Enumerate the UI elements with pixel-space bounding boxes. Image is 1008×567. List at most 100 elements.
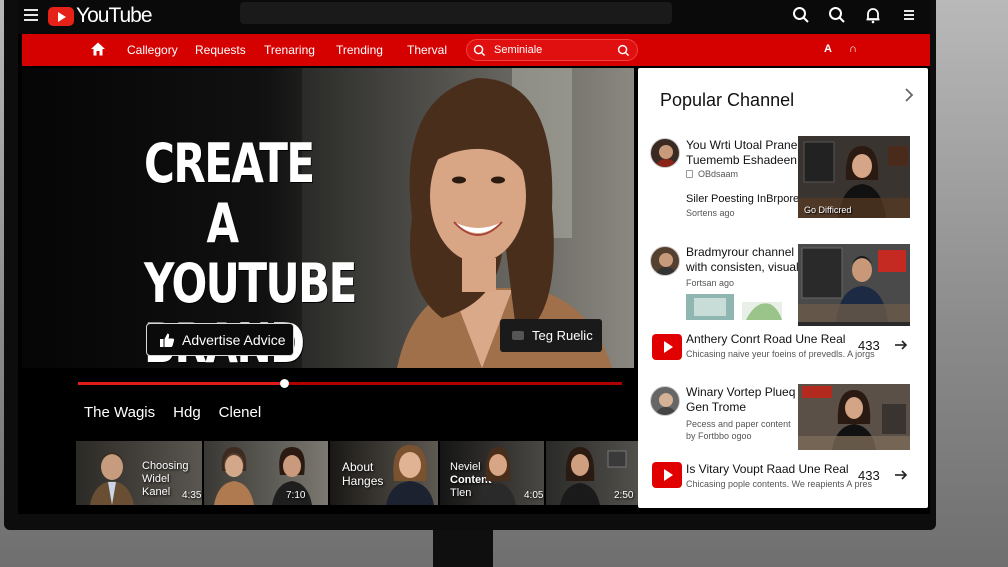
arrow-right-icon[interactable] xyxy=(894,339,908,351)
thumbnail-title-line: Choosing xyxy=(142,460,189,472)
video-scrubber-handle[interactable] xyxy=(280,379,290,388)
hero-title-line: YOUTUBE xyxy=(144,252,357,315)
channel-item-description: Pecess and paper content by Fortbbo ogoo xyxy=(686,418,791,442)
channel-item-title-line: Tuememb Eshadeen xyxy=(686,153,797,167)
advertise-advice-label: Advertise Advice xyxy=(182,331,286,348)
thumbnail-caption: Go Difficred xyxy=(804,205,852,215)
hero-badge-label: Teg Ruelic xyxy=(532,328,593,343)
thumbnail-person-image xyxy=(90,453,134,505)
screen: YouTube Callegory Requests Trenaring Tre… xyxy=(18,0,930,514)
hero-title-line: CREATE A xyxy=(144,132,315,255)
menu-icon[interactable] xyxy=(24,9,38,21)
youtube-play-icon xyxy=(652,334,682,360)
search-icon[interactable] xyxy=(792,6,810,24)
channel-item-thumbnail[interactable] xyxy=(798,384,910,450)
channel-preview-image xyxy=(686,294,782,320)
channel-item-title-line: Winary Vortep Plueq xyxy=(686,385,796,399)
channel-item-time: Sortens ago xyxy=(686,208,735,218)
video-progress-fill xyxy=(78,382,285,385)
thumbnail-duration: 7:10 xyxy=(286,490,306,501)
video-thumbnail[interactable]: Choosing Widel Kanel 4:35 xyxy=(76,441,202,505)
caption-icon xyxy=(512,331,524,340)
top-search-input[interactable] xyxy=(240,2,672,24)
avatar xyxy=(650,138,680,168)
youtube-play-icon xyxy=(652,462,682,488)
video-thumbnail[interactable]: Neviel Content Tlen 4:05 xyxy=(440,441,544,505)
thumbnail-title-line: Hanges xyxy=(342,474,384,488)
nav-item-requests[interactable]: Requests xyxy=(195,43,246,57)
channel-row-title: Anthery Conrt Road Une Real xyxy=(686,332,846,346)
channel-item-thumbnail[interactable]: Go Difficred xyxy=(798,136,910,218)
channel-item-thumbnail[interactable] xyxy=(798,244,910,326)
nav-right-a[interactable]: A xyxy=(824,43,832,55)
thumbnail-people-image xyxy=(214,447,312,505)
thumbnail-title: About Hanges xyxy=(342,460,383,488)
channel-row-description: Chicasing naive yeur foeins of prevedls.… xyxy=(686,349,875,359)
channel-item-description-line: by Fortbbo ogoo xyxy=(686,431,752,441)
monitor-frame: YouTube Callegory Requests Trenaring Tre… xyxy=(4,0,936,530)
channel-item-time: Fortsan ago xyxy=(686,278,735,288)
channel-row-title: Is Vitary Voupt Raad Une Real xyxy=(686,462,849,476)
channel-item-subtitle: Siler Poesting InBrpores xyxy=(686,193,805,205)
thumbnail-title-line: Widel xyxy=(142,473,170,485)
video-thumbnail[interactable]: 2:50 xyxy=(546,441,644,505)
top-bar: YouTube xyxy=(18,0,930,34)
hero-banner[interactable]: CREATE A YOUTUBE BRAND Advertise Advice … xyxy=(22,68,634,368)
hero-badge[interactable]: Teg Ruelic xyxy=(500,319,602,352)
chevron-right-icon[interactable] xyxy=(902,86,916,104)
logo-text: YouTube xyxy=(76,4,153,27)
video-progress-bar[interactable] xyxy=(78,379,622,388)
thumbnail-person-image xyxy=(480,447,516,505)
channel-item-title-line: with consisten, visuals xyxy=(686,260,805,274)
channel-row-count: 433 xyxy=(858,338,880,353)
thumbs-up-icon xyxy=(160,333,175,347)
search-icon xyxy=(473,44,486,57)
channel-row-description: Chicasing pople contents. We reapients A… xyxy=(686,479,872,489)
avatar xyxy=(650,386,680,416)
channel-row-count: 433 xyxy=(858,468,880,483)
nav-search-text: Seminiale xyxy=(494,44,543,56)
sub-tab[interactable]: Hdg xyxy=(173,404,201,421)
sub-tabs: The Wagis Hdg Clenel xyxy=(84,404,261,421)
channel-item-title-line: Bradmyrour channel xyxy=(686,245,795,259)
nav-item-category[interactable]: Callegory xyxy=(127,43,178,57)
studio-thumbnail-image xyxy=(798,384,910,450)
menu-icon[interactable] xyxy=(900,6,918,24)
channel-item-title: Winary Vortep Plueq Gen Trome xyxy=(686,385,795,415)
panel-title: Popular Channel xyxy=(660,90,795,110)
channel-name-text: OBdsaam xyxy=(698,169,739,179)
nav-item-therval[interactable]: Therval xyxy=(407,43,447,57)
advertise-advice-button[interactable]: Advertise Advice xyxy=(146,323,294,356)
sub-tab[interactable]: The Wagis xyxy=(84,404,155,421)
nav-item-trending[interactable]: Trending xyxy=(336,43,383,57)
channel-item-title-line: You Wrti Utoal Pranel xyxy=(686,138,801,152)
category-nav: Callegory Requests Trenaring Trending Th… xyxy=(22,34,930,66)
youtube-play-icon xyxy=(48,6,74,26)
channel-item-title-line: Gen Trome xyxy=(686,400,747,414)
video-thumbnail[interactable]: 7:10 xyxy=(204,441,328,505)
arrow-right-icon[interactable] xyxy=(894,469,908,481)
home-icon[interactable] xyxy=(90,41,106,57)
search-icon[interactable] xyxy=(828,6,846,24)
search-icon[interactable] xyxy=(617,44,630,57)
thumbnail-duration: 2:50 xyxy=(614,490,634,501)
thumbnail-title-line: About xyxy=(342,460,374,474)
thumbnail-duration: 4:35 xyxy=(182,490,202,501)
studio-thumbnail-image xyxy=(798,244,910,322)
nav-search-input[interactable]: Seminiale xyxy=(466,39,638,61)
thumbnail-duration: 4:05 xyxy=(524,490,544,501)
sub-tab[interactable]: Clenel xyxy=(219,404,262,421)
channel-icon xyxy=(686,170,693,178)
channel-item-description-line: Pecess and paper content xyxy=(686,419,791,429)
video-thumbnail[interactable]: About Hanges xyxy=(330,441,438,505)
thumbnail-person-image xyxy=(386,445,434,505)
nav-item-trenaring[interactable]: Trenaring xyxy=(264,43,315,57)
avatar xyxy=(650,246,680,276)
bell-icon[interactable] xyxy=(864,6,882,24)
popular-channel-panel: Popular Channel You Wrti Utoal Pranel Tu… xyxy=(638,68,928,508)
youtube-logo[interactable]: YouTube xyxy=(48,4,153,28)
monitor-stand xyxy=(433,530,493,567)
channel-item-title: Bradmyrour channel with consisten, visua… xyxy=(686,245,805,275)
channel-name: OBdsaam xyxy=(686,169,738,179)
nav-right-b[interactable]: ∩ xyxy=(849,43,857,55)
